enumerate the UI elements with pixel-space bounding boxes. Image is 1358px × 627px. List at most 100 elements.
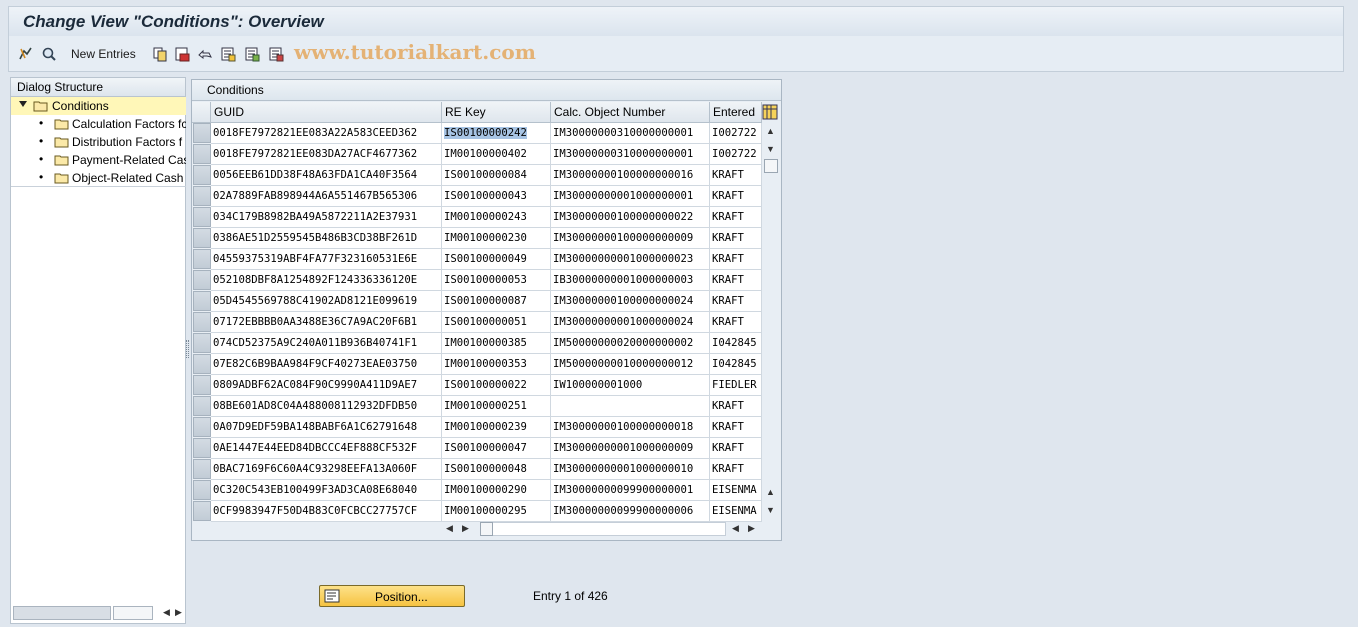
tree-item-payment-related[interactable]: • Payment-Related Cas [11, 151, 186, 169]
table-cell[interactable]: FIEDLER [710, 375, 762, 396]
scroll-up-icon[interactable]: ▲ [766, 126, 775, 136]
table-cell[interactable]: IM30000000099900000006 [551, 501, 710, 522]
deselect-all-icon[interactable] [267, 45, 285, 63]
table-cell[interactable]: 07172EBBBB0AA3488E36C7A9AC20F6B1 [211, 312, 442, 333]
table-cell[interactable]: EISENMA [710, 480, 762, 501]
scroll-thumb[interactable] [764, 159, 778, 173]
table-cell[interactable]: KRAFT [710, 207, 762, 228]
row-selector[interactable] [193, 186, 211, 206]
expand-triangle-icon[interactable] [19, 101, 27, 107]
table-cell[interactable]: IM30000000100000000018 [551, 417, 710, 438]
row-selector[interactable] [193, 375, 211, 395]
table-cell[interactable]: IS00100000084 [442, 165, 551, 186]
row-selector[interactable] [193, 417, 211, 437]
find-icon[interactable] [40, 45, 58, 63]
table-cell[interactable]: 0A07D9EDF59BA148BABF6A1C62791648 [211, 417, 442, 438]
table-cell[interactable]: IM30000000001000000010 [551, 459, 710, 480]
row-selector[interactable] [193, 291, 211, 311]
table-cell[interactable]: IS00100000053 [442, 270, 551, 291]
table-cell[interactable]: IM30000000100000000009 [551, 228, 710, 249]
scroll-left-icon[interactable]: ◀ [163, 607, 170, 618]
table-cell[interactable]: IS00100000022 [442, 375, 551, 396]
row-selector[interactable] [193, 501, 211, 521]
table-cell[interactable]: I042845 [710, 333, 762, 354]
tree-item-conditions[interactable]: Conditions [11, 97, 186, 115]
table-cell[interactable]: IS00100000043 [442, 186, 551, 207]
scroll-thumb[interactable] [113, 606, 153, 620]
table-cell[interactable]: IB30000000001000000003 [551, 270, 710, 291]
table-cell[interactable]: IS00100000051 [442, 312, 551, 333]
table-cell[interactable]: IM30000000001000000009 [551, 438, 710, 459]
new-entries-button[interactable]: New Entries [71, 47, 136, 61]
column-header-re-key[interactable]: RE Key [442, 102, 551, 123]
table-settings-icon[interactable] [762, 104, 778, 120]
table-cell[interactable]: IM30000000001000000001 [551, 186, 710, 207]
table-cell[interactable]: KRAFT [710, 291, 762, 312]
table-cell[interactable]: I002722 [710, 123, 762, 144]
table-cell[interactable]: 0C320C543EB100499F3AD3CA08E68040 [211, 480, 442, 501]
column-header-entered[interactable]: Entered [710, 102, 762, 123]
tree-item-distribution-factors[interactable]: • Distribution Factors f [11, 133, 186, 151]
scroll-right-icon[interactable]: ▶ [175, 607, 182, 618]
row-selector[interactable] [193, 438, 211, 458]
table-cell[interactable]: IM50000000020000000002 [551, 333, 710, 354]
table-cell[interactable]: KRAFT [710, 228, 762, 249]
position-button[interactable]: Position... [319, 585, 465, 607]
column-header-calc-object[interactable]: Calc. Object Number [551, 102, 710, 123]
table-cell[interactable]: IM30000000310000000001 [551, 144, 710, 165]
row-selector[interactable] [193, 228, 211, 248]
table-cell[interactable]: IM00100000290 [442, 480, 551, 501]
table-cell[interactable]: 02A7889FAB898944A6A551467B565306 [211, 186, 442, 207]
table-cell[interactable]: KRAFT [710, 312, 762, 333]
table-cell[interactable]: 074CD52375A9C240A011B936B40741F1 [211, 333, 442, 354]
table-cell[interactable]: IM30000000100000000016 [551, 165, 710, 186]
table-cell[interactable]: EISENMA [710, 501, 762, 522]
table-cell[interactable]: IS00100000048 [442, 459, 551, 480]
table-cell[interactable]: IM30000000100000000024 [551, 291, 710, 312]
table-cell[interactable]: KRAFT [710, 459, 762, 480]
select-all-icon[interactable] [219, 45, 237, 63]
dialog-horizontal-scrollbar[interactable]: ◀ ▶ [13, 606, 183, 620]
table-vertical-scrollbar[interactable]: ▲ ▼ ▲ ▼ [762, 123, 780, 520]
table-cell[interactable]: 0056EEB61DD38F48A63FDA1CA40F3564 [211, 165, 442, 186]
tree-item-object-related[interactable]: • Object-Related Cash [11, 169, 186, 187]
table-cell[interactable]: IW100000001000 [551, 375, 710, 396]
table-cell[interactable]: IS00100000049 [442, 249, 551, 270]
table-cell[interactable]: KRAFT [710, 396, 762, 417]
scroll-left-icon[interactable]: ◀ [732, 523, 739, 534]
copy-icon[interactable] [151, 45, 169, 63]
table-cell[interactable]: 0018FE7972821EE083A22A583CEED362 [211, 123, 442, 144]
table-cell[interactable]: KRAFT [710, 270, 762, 291]
table-cell[interactable]: KRAFT [710, 417, 762, 438]
table-cell[interactable]: IM00100000402 [442, 144, 551, 165]
column-header-guid[interactable]: GUID [211, 102, 442, 123]
table-cell[interactable]: IS00100000047 [442, 438, 551, 459]
delete-icon[interactable] [173, 45, 191, 63]
row-selector[interactable] [193, 270, 211, 290]
scroll-right-icon[interactable]: ▶ [462, 523, 469, 534]
table-cell[interactable]: 0809ADBF62AC084F90C9990A411D9AE7 [211, 375, 442, 396]
row-selector[interactable] [193, 396, 211, 416]
table-cell[interactable]: 034C179B8982BA49A5872211A2E37931 [211, 207, 442, 228]
table-cell[interactable]: IM00100000353 [442, 354, 551, 375]
table-cell[interactable]: IM30000000100000000022 [551, 207, 710, 228]
scroll-page-down-icon[interactable]: ▼ [766, 505, 775, 515]
table-cell[interactable]: KRAFT [710, 165, 762, 186]
table-cell[interactable]: IM30000000310000000001 [551, 123, 710, 144]
row-selector[interactable] [193, 480, 211, 500]
table-cell[interactable]: 05D4545569788C41902AD8121E099619 [211, 291, 442, 312]
row-selector[interactable] [193, 165, 211, 185]
panel-splitter[interactable] [186, 340, 189, 358]
table-cell[interactable]: IS00100000242 [442, 123, 551, 144]
table-cell[interactable]: I002722 [710, 144, 762, 165]
table-cell[interactable]: IM00100000385 [442, 333, 551, 354]
tree-item-calculation-factors[interactable]: • Calculation Factors fc [11, 115, 186, 133]
table-cell[interactable]: 0BAC7169F6C60A4C93298EEFA13A060F [211, 459, 442, 480]
table-cell[interactable]: IM30000000001000000024 [551, 312, 710, 333]
table-cell[interactable]: 0386AE51D2559545B486B3CD38BF261D [211, 228, 442, 249]
row-selector[interactable] [193, 123, 211, 143]
table-cell[interactable]: IM00100000295 [442, 501, 551, 522]
scroll-right-icon[interactable]: ▶ [748, 523, 755, 534]
table-cell[interactable]: KRAFT [710, 438, 762, 459]
row-selector[interactable] [193, 333, 211, 353]
